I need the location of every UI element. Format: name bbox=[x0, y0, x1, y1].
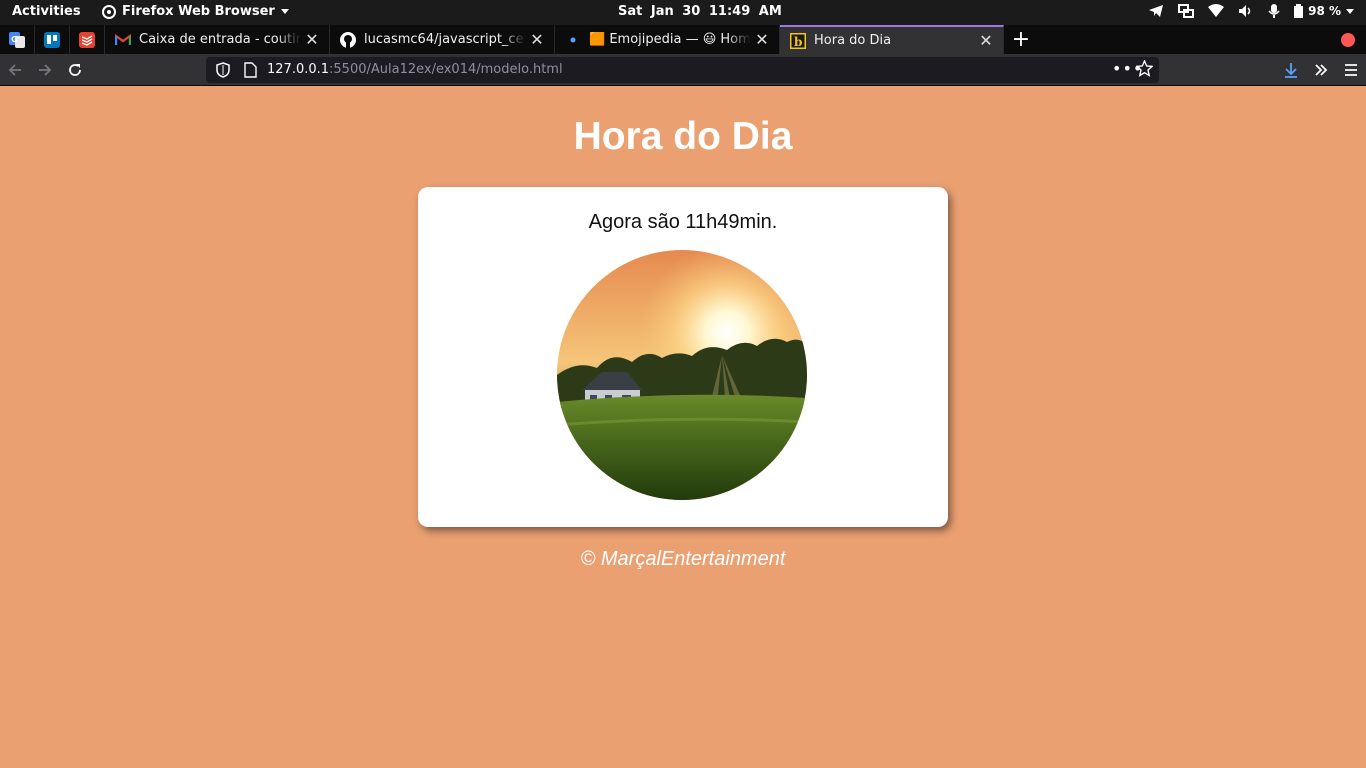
wifi-icon bbox=[1208, 4, 1225, 17]
system-tray[interactable]: 98 % bbox=[1148, 4, 1354, 18]
time-message: Agora são 11h49min. bbox=[588, 211, 778, 233]
pinned-tab-trello[interactable] bbox=[35, 25, 70, 54]
tab-title: Caixa de entrada - coutinho bbox=[139, 32, 301, 47]
arrow-left-icon bbox=[8, 64, 21, 76]
forward-button[interactable] bbox=[33, 58, 57, 82]
battery-percent: 98 % bbox=[1308, 4, 1341, 18]
tab-hora-do-dia[interactable]: b Hora do Dia ✕ bbox=[780, 25, 1004, 54]
overflow-menu-button[interactable] bbox=[1309, 58, 1333, 82]
recording-indicator-icon[interactable] bbox=[1341, 33, 1355, 47]
clock-day: Sat Jan 30 bbox=[618, 4, 701, 19]
tab-emojipedia[interactable]: 🟧 Emojipedia — 😃 Home o ✕ bbox=[555, 25, 780, 54]
tab-gmail[interactable]: Caixa de entrada - coutinho ✕ bbox=[105, 25, 330, 54]
svg-text:G: G bbox=[11, 35, 18, 44]
pinned-tab-todoist[interactable] bbox=[70, 25, 105, 54]
close-icon[interactable]: ✕ bbox=[526, 29, 548, 51]
navigation-bar: 127.0.0.1:5500/Aula12ex/ex014/modelo.htm… bbox=[0, 54, 1366, 86]
tab-github[interactable]: lucasmc64/javascript_cev: I ✕ bbox=[330, 25, 555, 54]
dot-icon bbox=[565, 32, 581, 48]
clock-time: 11:49 AM bbox=[708, 4, 782, 19]
battery-icon bbox=[1294, 4, 1304, 18]
b-icon: b bbox=[790, 32, 806, 49]
page-viewport: Hora do Dia Agora são 11h49min. © Marçal… bbox=[0, 87, 1366, 768]
todoist-icon bbox=[79, 31, 95, 48]
download-arrow-icon bbox=[1285, 63, 1297, 78]
footer-credit: © MarçalEntertainment bbox=[580, 548, 786, 570]
tab-title: 🟧 Emojipedia — 😃 Home o bbox=[589, 32, 751, 47]
activities-button[interactable]: Activities bbox=[12, 4, 81, 19]
content-card: Agora são 11h49min. bbox=[418, 187, 948, 527]
tab-strip: G Caixa de entrada - coutinho ✕ lucasmc6… bbox=[0, 25, 1366, 54]
app-menu[interactable]: Firefox Web Browser bbox=[102, 4, 289, 19]
page-icon[interactable] bbox=[244, 62, 257, 82]
clock[interactable]: Sat Jan 30 11:49 AM bbox=[618, 4, 782, 19]
app-menu-label: Firefox Web Browser bbox=[122, 4, 275, 19]
tab-title: lucasmc64/javascript_cev: I bbox=[364, 32, 526, 47]
telegram-icon[interactable] bbox=[1148, 4, 1164, 18]
microphone-icon bbox=[1268, 4, 1280, 18]
pinned-tab-translate[interactable]: G bbox=[0, 25, 35, 54]
arrow-right-icon bbox=[39, 64, 52, 76]
close-icon[interactable]: ✕ bbox=[751, 29, 773, 51]
close-icon[interactable]: ✕ bbox=[975, 30, 997, 52]
back-button[interactable] bbox=[3, 58, 27, 82]
url-text[interactable]: 127.0.0.1:5500/Aula12ex/ex014/modelo.htm… bbox=[267, 62, 563, 77]
hamburger-menu-button[interactable] bbox=[1339, 58, 1363, 82]
downloads-button[interactable] bbox=[1279, 58, 1303, 82]
chevron-double-right-icon bbox=[1315, 64, 1328, 76]
url-path: :5500/Aula12ex/ex014/modelo.html bbox=[329, 62, 563, 77]
reload-button[interactable] bbox=[63, 58, 87, 82]
tracking-protection-shield-icon[interactable] bbox=[216, 62, 230, 82]
google-translate-icon: G bbox=[9, 31, 25, 48]
volume-icon bbox=[1239, 5, 1251, 17]
bookmark-star-icon[interactable] bbox=[1135, 59, 1154, 81]
hamburger-menu-icon bbox=[1345, 64, 1357, 76]
screen-share-icon[interactable] bbox=[1178, 4, 1195, 18]
system-top-bar: Activities Firefox Web Browser Sat Jan 3… bbox=[0, 0, 1366, 25]
close-icon[interactable]: ✕ bbox=[301, 29, 323, 51]
svg-text:b: b bbox=[794, 35, 802, 49]
reload-icon bbox=[69, 64, 81, 76]
url-host: 127.0.0.1 bbox=[267, 62, 330, 77]
new-tab-button[interactable]: + bbox=[1009, 25, 1033, 54]
page-title: Hora do Dia bbox=[573, 115, 793, 158]
morning-photo bbox=[557, 250, 807, 500]
gmail-icon bbox=[115, 32, 131, 48]
trello-icon bbox=[44, 31, 60, 48]
address-bar[interactable]: 127.0.0.1:5500/Aula12ex/ex014/modelo.htm… bbox=[206, 57, 1159, 83]
github-icon bbox=[340, 31, 356, 48]
chevron-down-icon bbox=[280, 9, 289, 14]
chevron-down-icon bbox=[1346, 8, 1354, 14]
tab-title: Hora do Dia bbox=[814, 33, 892, 48]
firefox-icon bbox=[102, 4, 116, 19]
